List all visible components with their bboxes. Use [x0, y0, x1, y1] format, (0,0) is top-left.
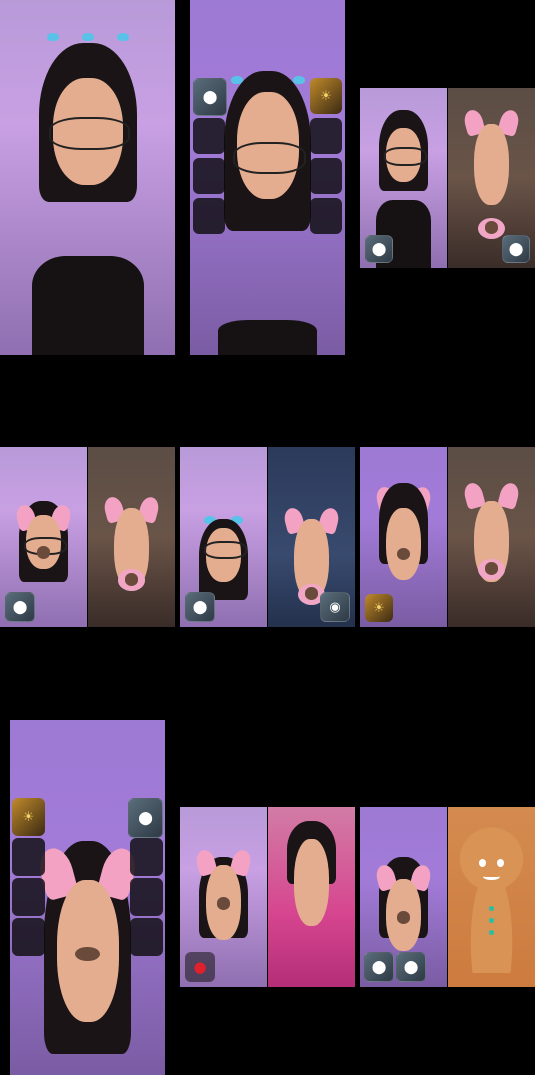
empty-guest-slot[interactable]	[130, 918, 163, 956]
guest-pane: ◉	[268, 447, 355, 627]
empty-guest-slot[interactable]	[193, 158, 225, 194]
empty-guest-slot[interactable]	[12, 918, 45, 956]
glasses	[233, 142, 306, 175]
stream-tile-9[interactable]: ⬤ ⬤	[360, 807, 535, 987]
stream-tile-6[interactable]: ☀	[360, 447, 535, 627]
guest-pane: ⬤	[448, 88, 535, 268]
gingerbread-character	[456, 821, 527, 973]
stream-tile-3[interactable]: ⬤ ⬤	[360, 88, 535, 268]
person-avatar-icon[interactable]: ⬤	[502, 235, 530, 263]
host-pane: ⬤	[0, 447, 87, 627]
stream-tile-1[interactable]	[0, 0, 175, 355]
person-avatar-icon[interactable]: ⬤	[365, 235, 393, 263]
person-avatar-icon[interactable]: ⬤	[193, 78, 227, 116]
guest-pane	[448, 447, 535, 627]
empty-guest-slot[interactable]	[310, 118, 342, 154]
glasses	[49, 117, 130, 150]
person-avatar-icon[interactable]: ⬤	[5, 592, 35, 622]
stream-tile-5[interactable]: ⬤ ◉	[180, 447, 355, 627]
person-avatar-icon[interactable]: ⬤	[364, 952, 394, 982]
host-pane: ⬤ ⬤	[360, 807, 447, 987]
stream-tile-7[interactable]: ☀ ⬤	[10, 720, 165, 1075]
host-pane: ⬤	[360, 88, 447, 268]
empty-guest-slot[interactable]	[130, 838, 163, 876]
record-dot-icon[interactable]: ●	[185, 952, 215, 982]
empty-guest-slot[interactable]	[130, 878, 163, 916]
sun-sticker-icon[interactable]: ☀	[310, 78, 342, 114]
cat-avatar-icon[interactable]: ◉	[320, 592, 350, 622]
empty-guest-slot[interactable]	[193, 118, 225, 154]
person-avatar-icon[interactable]: ⬤	[128, 798, 163, 838]
stream-tile-2[interactable]: ⬤ ☀	[190, 0, 345, 355]
person-avatar-icon[interactable]: ⬤	[185, 592, 215, 622]
empty-guest-slot[interactable]	[12, 838, 45, 876]
host-pane: ●	[180, 807, 267, 987]
empty-guest-slot[interactable]	[310, 198, 342, 234]
guest-pane	[88, 447, 175, 627]
host-pane: ⬤	[180, 447, 267, 627]
stream-tile-8[interactable]: ●	[180, 807, 355, 987]
host-pane: ☀	[360, 447, 447, 627]
gingerbread-filter-pane	[448, 807, 535, 987]
person-avatar-icon[interactable]: ⬤	[396, 952, 426, 982]
sun-sticker-icon[interactable]: ☀	[365, 594, 393, 622]
sun-sticker-icon[interactable]: ☀	[12, 798, 45, 836]
stream-tile-4[interactable]: ⬤	[0, 447, 175, 627]
empty-guest-slot[interactable]	[12, 878, 45, 916]
guest-pane	[268, 807, 355, 987]
empty-guest-slot[interactable]	[310, 158, 342, 194]
empty-guest-slot[interactable]	[193, 198, 225, 234]
